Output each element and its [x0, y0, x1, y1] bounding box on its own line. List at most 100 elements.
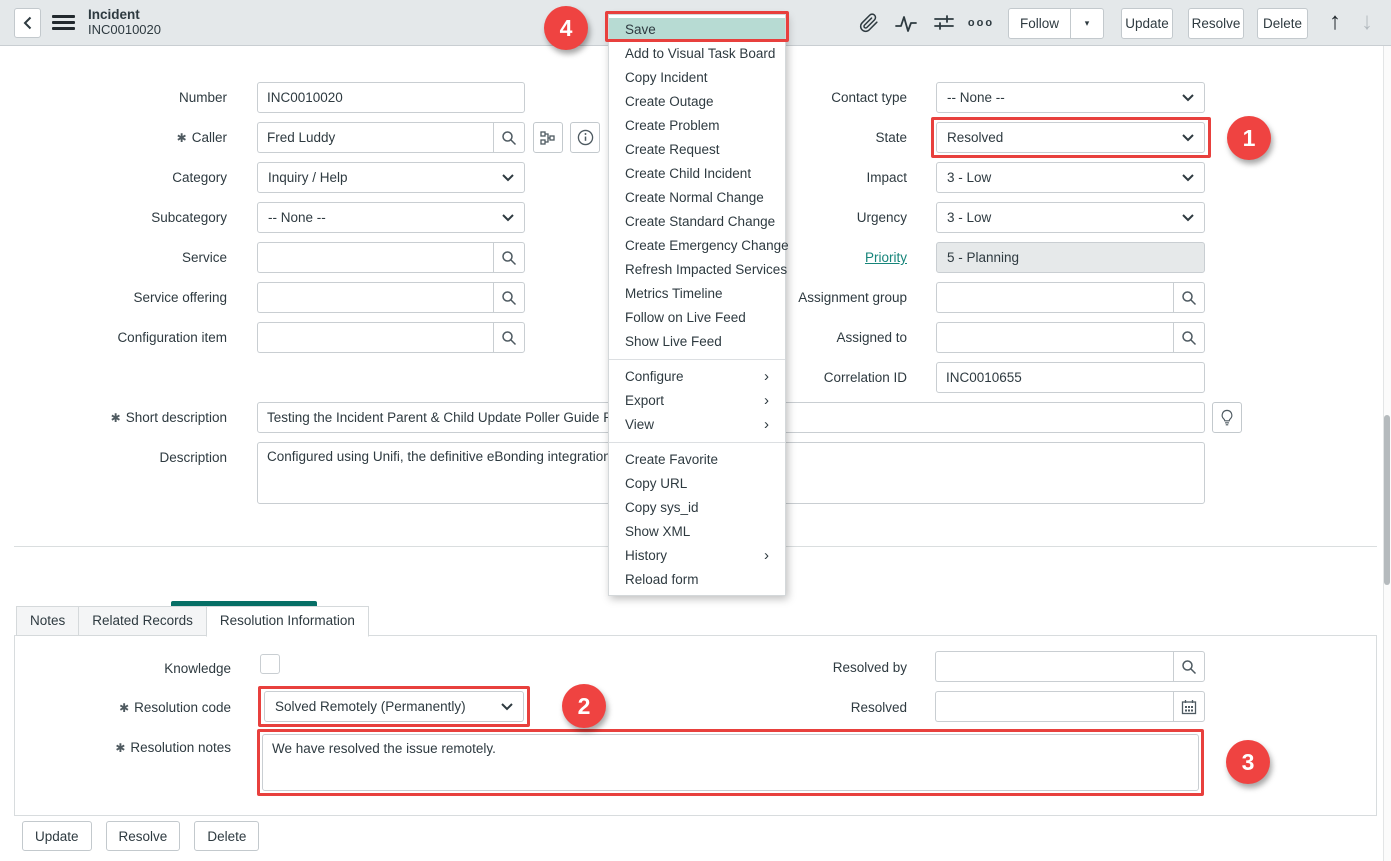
menu-item-copy-sys-id[interactable]: Copy sys_id	[609, 496, 785, 520]
calendar-icon	[1181, 699, 1197, 715]
menu-item-create-standard-change[interactable]: Create Standard Change	[609, 210, 785, 234]
header-delete-button[interactable]: Delete	[1257, 8, 1308, 39]
tab-resolution-information[interactable]: Resolution Information	[206, 606, 369, 637]
active-tab-indicator	[171, 601, 317, 606]
required-marker-icon: ✱	[177, 131, 187, 145]
back-chevron-icon	[23, 16, 32, 30]
lightbulb-icon	[1219, 409, 1235, 426]
resolved-date-input[interactable]	[935, 691, 1173, 722]
service-input[interactable]	[257, 242, 493, 273]
menu-item-copy-url[interactable]: Copy URL	[609, 472, 785, 496]
footer-delete-button[interactable]: Delete	[194, 821, 259, 851]
annotation-step-2: 2	[562, 684, 606, 728]
menu-item-history[interactable]: History›	[609, 544, 785, 568]
more-options-icon[interactable]: ooo	[964, 13, 998, 33]
caller-input[interactable]	[257, 122, 493, 153]
assignment-group-input[interactable]	[936, 282, 1173, 313]
resolution-code-select[interactable]: Solved Remotely (Permanently)	[264, 691, 524, 722]
assigned-to-input[interactable]	[936, 322, 1173, 353]
menu-item-view[interactable]: View›	[609, 413, 785, 437]
menu-item-metrics-timeline[interactable]: Metrics Timeline	[609, 282, 785, 306]
menu-item-create-favorite[interactable]: Create Favorite	[609, 448, 785, 472]
assigned-to-lookup-button[interactable]	[1173, 322, 1205, 353]
suggestion-lightbulb-button[interactable]	[1212, 402, 1242, 433]
assignment-group-lookup-button[interactable]	[1173, 282, 1205, 313]
menu-item-create-problem[interactable]: Create Problem	[609, 114, 785, 138]
contact-type-select[interactable]: -- None --	[936, 82, 1205, 113]
attachment-icon[interactable]	[856, 11, 882, 35]
category-select[interactable]: Inquiry / Help	[257, 162, 525, 193]
info-icon	[577, 129, 594, 146]
urgency-select[interactable]: 3 - Low	[936, 202, 1205, 233]
chevron-down-icon	[1182, 214, 1194, 222]
service-label: Service	[0, 250, 227, 265]
menu-item-create-normal-change[interactable]: Create Normal Change	[609, 186, 785, 210]
menu-item-create-child-incident[interactable]: Create Child Incident	[609, 162, 785, 186]
search-icon	[1181, 330, 1197, 346]
search-icon	[501, 330, 517, 346]
scroll-to-bottom-icon[interactable]: ↓	[1352, 6, 1382, 38]
follow-dropdown-button[interactable]: ▾	[1070, 8, 1104, 39]
tab-notes[interactable]: Notes	[16, 606, 79, 636]
resolved-calendar-button[interactable]	[1173, 691, 1205, 722]
chevron-down-icon	[1182, 134, 1194, 142]
resolved-by-input[interactable]	[935, 651, 1173, 682]
menu-item-export[interactable]: Export›	[609, 389, 785, 413]
service-offering-lookup-button[interactable]	[493, 282, 525, 313]
number-input[interactable]	[257, 82, 525, 113]
menu-item-create-request[interactable]: Create Request	[609, 138, 785, 162]
activity-stream-icon[interactable]	[892, 11, 920, 35]
state-select[interactable]: Resolved	[936, 122, 1205, 153]
header-update-button[interactable]: Update	[1121, 8, 1173, 39]
configuration-item-input[interactable]	[257, 322, 493, 353]
context-menu: Save Add to Visual Task Board Copy Incid…	[608, 14, 786, 596]
menu-item-add-to-visual-task-board[interactable]: Add to Visual Task Board	[609, 42, 785, 66]
page-title: Incident	[88, 7, 161, 22]
caller-lookup-button[interactable]	[493, 122, 525, 153]
context-menu-hamburger-icon[interactable]	[52, 12, 75, 33]
required-marker-icon: ✱	[119, 701, 129, 715]
caret-down-icon: ▾	[1085, 18, 1090, 29]
caller-label: ✱Caller	[0, 130, 227, 145]
menu-item-create-emergency-change[interactable]: Create Emergency Change	[609, 234, 785, 258]
correlation-id-input[interactable]	[936, 362, 1205, 393]
annotation-step-1: 1	[1227, 116, 1271, 160]
menu-item-configure[interactable]: Configure›	[609, 365, 785, 389]
personalize-form-icon[interactable]	[930, 11, 958, 35]
menu-separator	[609, 442, 785, 443]
menu-item-save[interactable]: Save	[609, 18, 785, 42]
header-resolve-button[interactable]: Resolve	[1188, 8, 1244, 39]
follow-button[interactable]: Follow	[1008, 8, 1071, 39]
scrollbar-thumb[interactable]	[1384, 415, 1390, 585]
resolved-by-lookup-button[interactable]	[1173, 651, 1205, 682]
knowledge-checkbox[interactable]	[260, 654, 280, 674]
tab-related-records[interactable]: Related Records	[78, 606, 207, 636]
menu-item-follow-on-live-feed[interactable]: Follow on Live Feed	[609, 306, 785, 330]
menu-item-reload-form[interactable]: Reload form	[609, 568, 785, 592]
resolution-notes-textarea[interactable]: We have resolved the issue remotely.	[262, 734, 1199, 791]
footer-update-button[interactable]: Update	[22, 821, 92, 851]
scroll-to-top-icon[interactable]: ↑	[1320, 6, 1350, 38]
service-offering-input[interactable]	[257, 282, 493, 313]
resolved-by-label: Resolved by	[640, 660, 907, 675]
configuration-item-lookup-button[interactable]	[493, 322, 525, 353]
priority-readonly-field: 5 - Planning	[936, 242, 1205, 273]
search-icon	[1181, 659, 1197, 675]
menu-item-show-xml[interactable]: Show XML	[609, 520, 785, 544]
resolution-notes-label: ✱Resolution notes	[0, 740, 231, 755]
subcategory-select[interactable]: -- None --	[257, 202, 525, 233]
caller-hierarchy-button[interactable]	[533, 122, 563, 153]
hierarchy-icon	[540, 130, 556, 146]
menu-item-show-live-feed[interactable]: Show Live Feed	[609, 330, 785, 354]
back-button[interactable]	[14, 8, 41, 38]
search-icon	[501, 130, 517, 146]
required-marker-icon: ✱	[115, 741, 125, 755]
menu-item-refresh-impacted-services[interactable]: Refresh Impacted Services	[609, 258, 785, 282]
menu-item-copy-incident[interactable]: Copy Incident	[609, 66, 785, 90]
caller-info-button[interactable]	[570, 122, 600, 153]
menu-item-create-outage[interactable]: Create Outage	[609, 90, 785, 114]
service-lookup-button[interactable]	[493, 242, 525, 273]
impact-select[interactable]: 3 - Low	[936, 162, 1205, 193]
record-number: INC0010020	[88, 22, 161, 37]
footer-resolve-button[interactable]: Resolve	[106, 821, 181, 851]
